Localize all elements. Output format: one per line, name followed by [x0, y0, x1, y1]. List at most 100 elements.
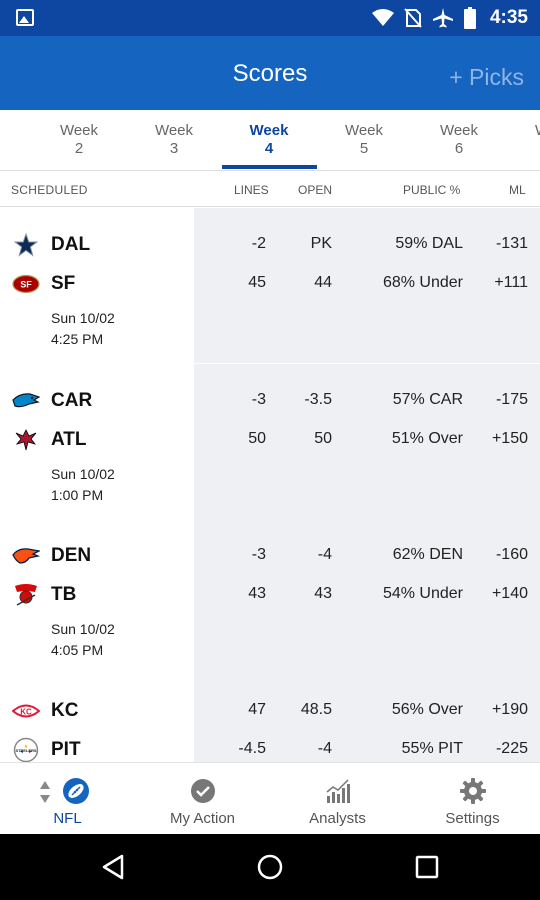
image-icon	[16, 9, 34, 26]
open-value: 44	[314, 274, 332, 291]
public-value: 62% DEN	[392, 546, 463, 563]
team-row: ATL 50 50 51% Over +150	[0, 426, 540, 456]
games-list: DAL -2 PK 59% DAL -131 SF SF 45 44 68% U…	[0, 208, 540, 762]
game-time: 4:25 PM	[51, 331, 104, 347]
sort-arrows-icon	[40, 781, 50, 803]
home-button[interactable]	[230, 834, 310, 900]
ml-value: +150	[491, 430, 528, 447]
team-abbr: DEN	[51, 545, 92, 566]
open-value: -3.5	[304, 391, 332, 408]
team-row: DAL -2 PK 59% DAL -131	[0, 231, 540, 261]
nav-settings[interactable]: Settings	[405, 763, 540, 835]
nav-label: My Action	[169, 810, 236, 827]
public-value: 54% Under	[382, 585, 463, 602]
lines-value: -3	[251, 546, 266, 563]
tab-week-5[interactable]: Week 5	[317, 122, 411, 158]
ml-value: -131	[495, 235, 528, 252]
column-public: PUBLIC %	[403, 183, 461, 197]
game-card[interactable]: CAR -3 -3.5 57% CAR -175 ATL 50 50 51% O…	[0, 364, 540, 519]
open-value: 43	[314, 585, 332, 602]
gear-icon	[459, 777, 487, 805]
back-button[interactable]	[73, 834, 153, 900]
cowboys-star-logo	[12, 233, 40, 257]
active-tab-indicator	[222, 165, 317, 169]
open-value: PK	[310, 235, 332, 252]
game-card[interactable]: DAL -2 PK 59% DAL -131 SF SF 45 44 68% U…	[0, 208, 540, 363]
svg-text:SF: SF	[20, 280, 32, 290]
svg-text:KC: KC	[20, 708, 32, 717]
team-abbr: ATL	[51, 429, 87, 450]
tab-week-number: 4	[264, 140, 274, 157]
tab-week-number: 5	[359, 140, 369, 157]
ml-value: +140	[491, 585, 528, 602]
tab-week-label: Week	[249, 122, 289, 139]
tab-week-3[interactable]: Week 3	[127, 122, 221, 158]
team-abbr: TB	[51, 584, 77, 605]
tab-week-label: Week	[344, 122, 384, 139]
tab-week-label: Week	[59, 122, 99, 139]
ml-value: -175	[495, 391, 528, 408]
nav-analysts[interactable]: Analysts	[270, 763, 405, 835]
team-row: CAR -3 -3.5 57% CAR -175	[0, 387, 540, 417]
falcons-logo	[12, 428, 40, 452]
recents-icon	[415, 855, 439, 879]
open-value: -4	[317, 740, 332, 757]
team-abbr: PIT	[51, 739, 81, 760]
game-date: Sun 10/02	[51, 466, 115, 482]
check-circle-icon	[189, 777, 217, 805]
public-value: 68% Under	[382, 274, 463, 291]
public-value: 57% CAR	[392, 391, 463, 408]
back-icon	[102, 854, 124, 880]
bar-chart-icon	[324, 777, 352, 805]
steelers-logo: STEELERS	[12, 737, 40, 762]
chiefs-logo: KC	[12, 699, 40, 723]
bottom-nav: NFL My Action Analysts Settings	[0, 762, 540, 834]
system-nav-bar	[0, 834, 540, 900]
tab-week-number: 6	[454, 140, 464, 157]
tab-week-7[interactable]: W	[488, 122, 540, 140]
game-date: Sun 10/02	[51, 621, 115, 637]
nav-nfl[interactable]: NFL	[0, 763, 135, 835]
football-icon	[62, 777, 90, 805]
nav-label: Settings	[445, 810, 500, 827]
lines-value: 43	[248, 585, 266, 602]
team-abbr: CAR	[51, 390, 93, 411]
wifi-icon	[371, 9, 394, 26]
add-picks-button[interactable]: + Picks	[449, 64, 524, 91]
lines-value: -2	[251, 235, 266, 252]
lines-value: -3	[251, 391, 266, 408]
game-datetime: Sun 10/02 4:05 PM	[51, 619, 115, 661]
team-row: DEN -3 -4 62% DEN -160	[0, 542, 540, 572]
tab-week-4[interactable]: Week 4	[222, 122, 316, 158]
column-scheduled: SCHEDULED	[11, 183, 88, 197]
game-card[interactable]: DEN -3 -4 62% DEN -160 TB 43 43 54% Unde…	[0, 519, 540, 674]
lines-value: -4.5	[238, 740, 266, 757]
column-lines: LINES	[234, 183, 269, 197]
team-row: KC KC 47 48.5 56% Over +190	[0, 697, 540, 727]
home-icon	[257, 854, 283, 880]
buccaneers-logo	[12, 583, 40, 607]
broncos-logo	[12, 544, 40, 568]
game-card[interactable]: KC KC 47 48.5 56% Over +190 STEELERS PIT…	[0, 674, 540, 762]
public-value: 59% DAL	[395, 235, 463, 252]
public-value: 55% PIT	[401, 740, 463, 757]
no-sim-icon	[404, 8, 422, 28]
recents-button[interactable]	[387, 834, 467, 900]
game-date: Sun 10/02	[51, 310, 115, 326]
airplane-icon	[432, 8, 453, 28]
panthers-logo	[12, 389, 40, 413]
nav-my-action[interactable]: My Action	[135, 763, 270, 835]
tab-week-2[interactable]: Week 2	[32, 122, 126, 158]
open-value: 48.5	[300, 701, 332, 718]
tab-week-1[interactable]: k	[0, 122, 14, 140]
column-header: SCHEDULED LINES OPEN PUBLIC % ML	[0, 171, 540, 207]
week-tabs: k Week 2 Week 3 Week 4 Week 5 Week 6 W	[0, 110, 540, 170]
ml-value: -225	[495, 740, 528, 757]
tab-week-label: W	[535, 122, 540, 140]
public-value: 56% Over	[391, 701, 463, 718]
status-icons: 4:35	[371, 0, 528, 36]
team-abbr: DAL	[51, 234, 91, 255]
ml-value: +190	[491, 701, 528, 718]
lines-value: 47	[248, 701, 266, 718]
tab-week-label: k	[0, 122, 14, 140]
